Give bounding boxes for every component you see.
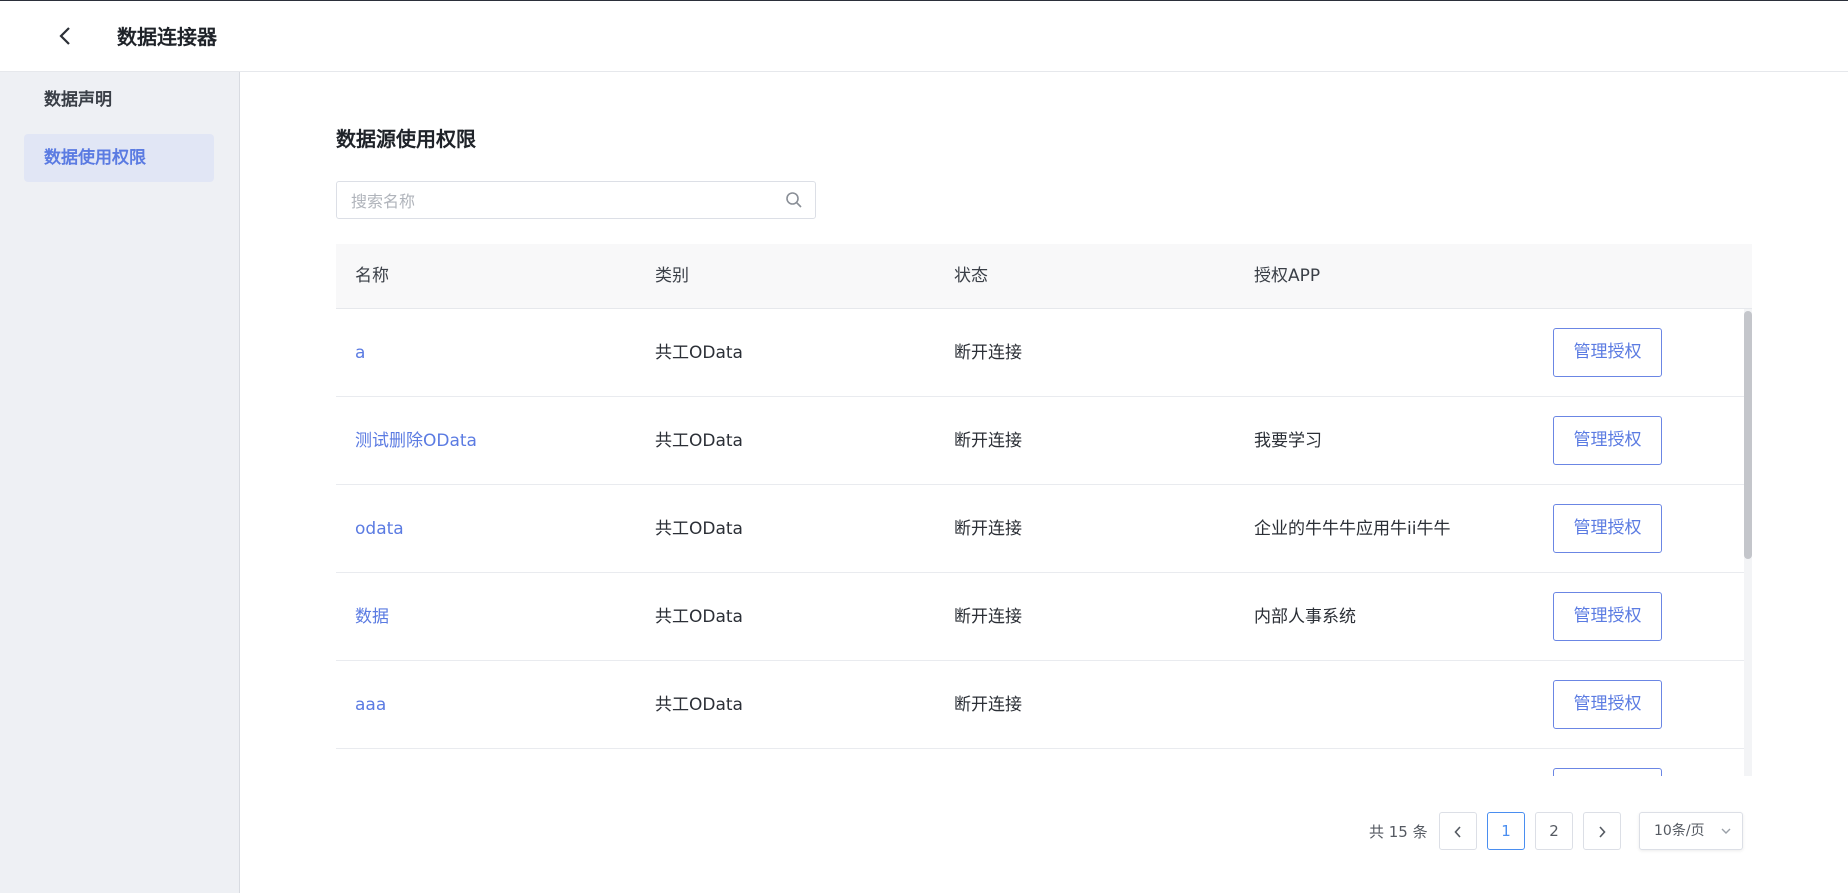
page-size-value: 10条/页 [1654,823,1705,839]
sidebar-item-data-usage-permissions[interactable]: 数据使用权限 [24,134,214,182]
table-body: a 共工OData 断开连接 管理授权 测试删除OData 共工OData 断开… [336,309,1744,776]
column-header-authorized-app: 授权APP [1254,266,1321,286]
page-size-select[interactable]: 10条/页 [1639,812,1743,850]
authorized-app-cell: 我要学习 [1254,431,1322,451]
column-header-name: 名称 [355,266,389,286]
table-row: odata 共工OData 断开连接 企业的牛牛牛应用牛ii牛牛 管理授权 [336,485,1744,573]
manage-authorization-button[interactable]: 管理授权 [1553,328,1662,377]
table-row: a 共工OData 断开连接 管理授权 [336,309,1744,397]
data-source-table: 名称 类别 状态 授权APP a 共工OData 断开连接 管理授权 测试删除O… [336,244,1752,776]
category-cell: 共工OData [655,431,743,451]
category-cell: 共工OData [655,519,743,539]
back-button[interactable] [52,23,78,49]
table-scrollbar[interactable] [1744,309,1752,776]
search-input[interactable] [337,182,773,220]
chevron-down-icon [1721,828,1731,834]
category-cell: 共工OData [655,607,743,627]
section-title: 数据源使用权限 [336,127,476,151]
chevron-left-icon [1454,825,1461,838]
status-cell: 断开连接 [954,695,1022,715]
authorized-app-cell: 企业的牛牛牛应用牛ii牛牛 [1254,519,1451,539]
page-button-1[interactable]: 1 [1487,812,1525,850]
manage-authorization-button[interactable]: 管理授权 [1553,504,1662,553]
search-icon[interactable] [785,191,803,209]
category-cell: 共工OData [655,343,743,363]
prev-page-button[interactable] [1439,812,1477,850]
top-bar: 数据连接器 [0,0,1848,72]
sidebar: 数据声明 数据使用权限 [0,72,240,893]
pagination-total: 共 15 条 [1369,823,1428,841]
chevron-left-icon [59,27,70,45]
data-source-name-link[interactable]: a [355,309,365,397]
data-source-name-link[interactable]: odata [355,485,404,573]
manage-authorization-button[interactable]: 管理授权 [1553,416,1662,465]
column-header-status: 状态 [954,266,988,286]
scrollbar-thumb[interactable] [1744,311,1752,559]
table-row: 数据 共工OData 断开连接 内部人事系统 管理授权 [336,573,1744,661]
data-source-name-link[interactable]: 测试删除OData [355,397,477,485]
manage-authorization-button[interactable]: 管理授权 [1553,680,1662,729]
page-button-2[interactable]: 2 [1535,812,1573,850]
column-header-category: 类别 [655,266,689,286]
sidebar-item-data-declaration[interactable]: 数据声明 [24,76,214,124]
status-cell: 断开连接 [954,431,1022,451]
chevron-right-icon [1599,825,1606,838]
table-header: 名称 类别 状态 授权APP [336,244,1752,309]
manage-authorization-button-partial[interactable] [1553,768,1662,776]
next-page-button[interactable] [1583,812,1621,850]
status-cell: 断开连接 [954,343,1022,363]
table-row [336,749,1744,776]
data-source-name-link[interactable]: aaa [355,661,386,749]
status-cell: 断开连接 [954,519,1022,539]
data-source-name-link[interactable]: 数据 [355,573,389,661]
app-title: 数据连接器 [117,25,217,49]
status-cell: 断开连接 [954,607,1022,627]
table-row: aaa 共工OData 断开连接 管理授权 [336,661,1744,749]
category-cell: 共工OData [655,695,743,715]
table-row: 测试删除OData 共工OData 断开连接 我要学习 管理授权 [336,397,1744,485]
search-box [336,181,816,220]
manage-authorization-button[interactable]: 管理授权 [1553,592,1662,641]
authorized-app-cell: 内部人事系统 [1254,607,1356,627]
